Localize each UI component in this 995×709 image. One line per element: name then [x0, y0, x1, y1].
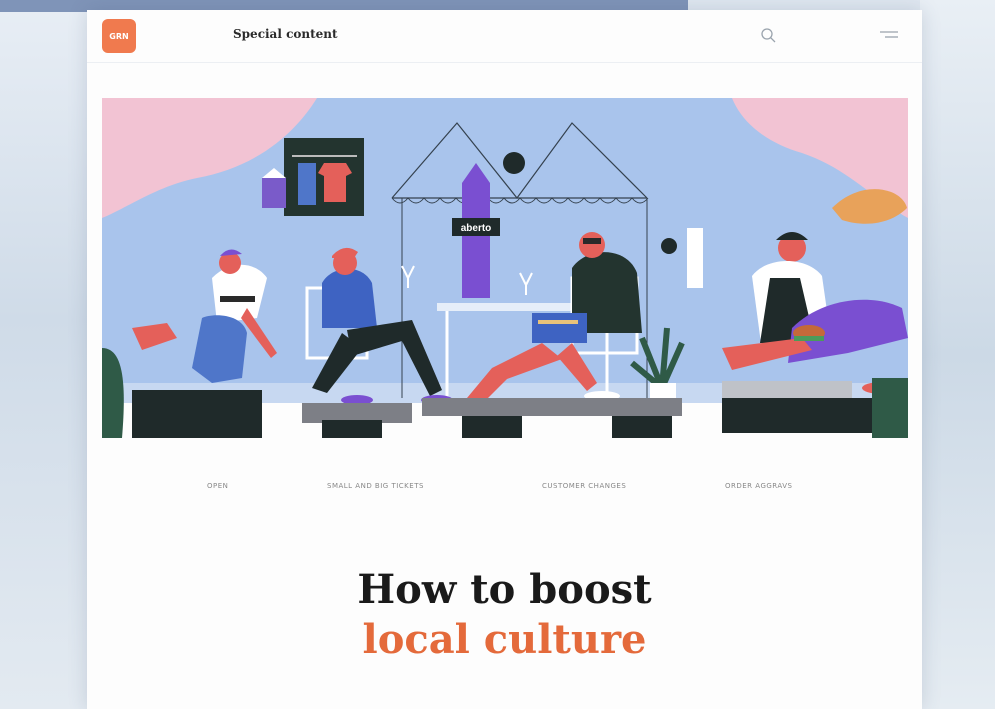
headline-line-1: How to boost — [357, 566, 652, 613]
nav-item-open[interactable]: OPEN — [207, 482, 228, 490]
search-button[interactable] — [759, 26, 779, 46]
hero-sign-text: aberto — [461, 223, 492, 234]
background-left — [0, 0, 90, 709]
logo[interactable]: GRN — [102, 19, 136, 53]
page-title: Special content — [233, 27, 338, 41]
header: GRN Special content — [87, 10, 922, 63]
background-right — [920, 0, 995, 709]
nav-item-customer-changes[interactable]: CUSTOMER CHANGES — [542, 482, 626, 490]
search-icon — [761, 28, 776, 43]
page-card: GRN Special content aberto OPEN SMALL AN… — [87, 10, 922, 709]
nav-item-tickets[interactable]: SMALL AND BIG TICKETS — [327, 482, 424, 490]
headline-line-2: local culture — [362, 616, 647, 663]
nav-item-order[interactable]: ORDER AGGRAVS — [725, 482, 792, 490]
logo-text: GRN — [109, 31, 129, 41]
menu-button[interactable] — [877, 26, 901, 46]
headline: How to boost local culture — [87, 565, 922, 665]
section-nav: OPEN SMALL AND BIG TICKETS CUSTOMER CHAN… — [87, 480, 922, 500]
menu-icon — [880, 31, 898, 38]
hero-illustration: aberto — [102, 98, 908, 450]
